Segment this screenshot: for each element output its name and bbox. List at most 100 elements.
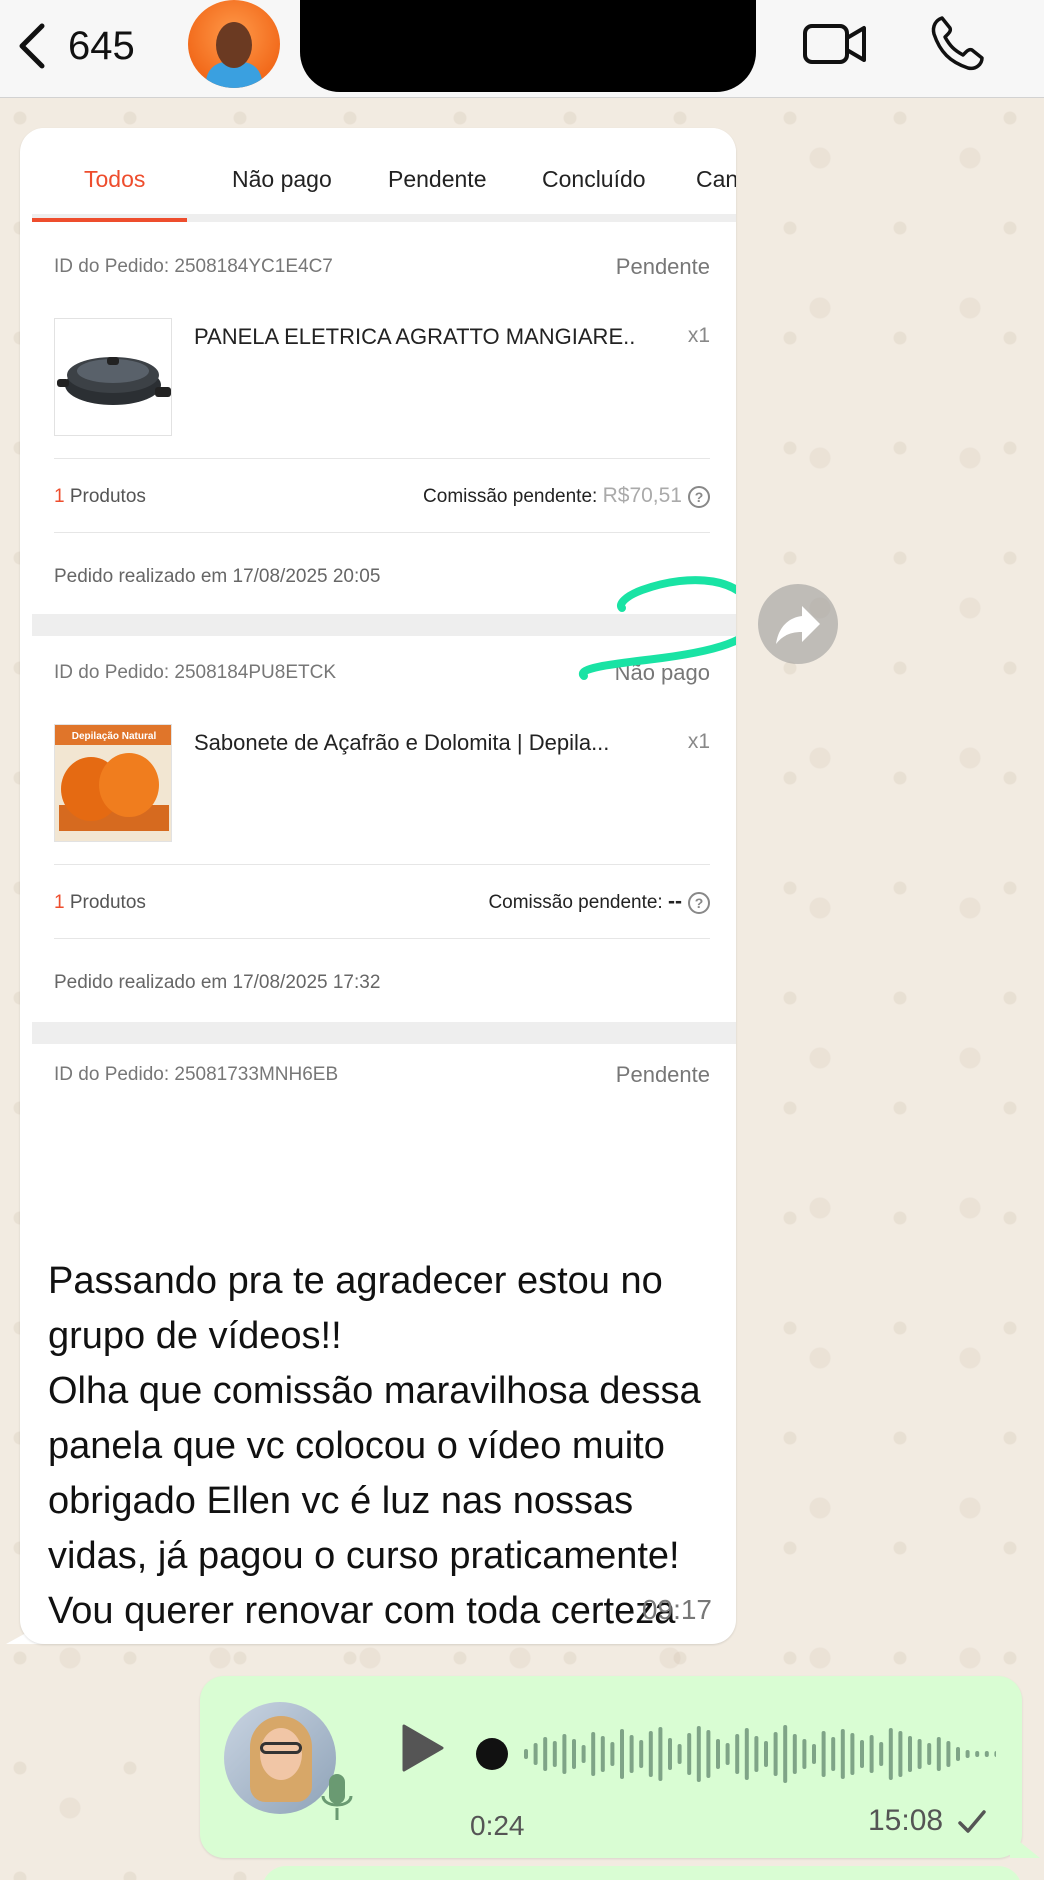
voice-duration: 0:24 (470, 1810, 525, 1841)
waveform-bar (706, 1730, 711, 1778)
help-icon: ? (688, 891, 710, 914)
divider (54, 938, 710, 939)
waveform-bar (840, 1729, 845, 1779)
waveform-bar (860, 1740, 864, 1768)
tab-pendente: Pendente (388, 166, 487, 192)
waveform-bar (677, 1744, 682, 1764)
waveform-bar (610, 1742, 615, 1766)
waveform-bar (898, 1731, 903, 1777)
sent-check-icon (958, 1810, 986, 1833)
product-image-label: Depilação Natural (72, 731, 157, 742)
video-call-icon[interactable] (800, 16, 870, 72)
waveform-bar (524, 1749, 528, 1759)
active-tab-indicator (32, 218, 187, 222)
product-qty: x1 (687, 324, 710, 347)
waveform-bar (831, 1737, 836, 1771)
product-name: PANELA ELETRICA AGRATTO MANGIARE... (194, 324, 634, 349)
waveform-bar (725, 1743, 730, 1765)
order-id: ID do Pedido: 2508184PU8ETCK (54, 662, 337, 683)
waveform-bar (812, 1744, 816, 1764)
waveform-bar (668, 1738, 672, 1770)
waveform-bar (716, 1739, 720, 1769)
waveform-bar (927, 1743, 932, 1765)
help-icon: ? (688, 485, 710, 508)
waveform-bar (946, 1741, 951, 1767)
waveform-bar (879, 1742, 884, 1766)
tab-nao-pago: Não pago (232, 166, 332, 192)
waveform-bar (735, 1734, 740, 1774)
product-qty: x1 (687, 730, 710, 753)
waveform-bar (572, 1739, 576, 1769)
waveform-bar (792, 1734, 797, 1774)
waveform-bar (908, 1736, 912, 1772)
order-card: ID do Pedido: 25081733MNH6EB Pendente (32, 1044, 736, 1104)
waveform-bar (744, 1728, 749, 1780)
tab-todos: Todos (84, 166, 146, 192)
divider (54, 864, 710, 865)
tab-concluido: Concluído (542, 166, 646, 192)
seek-handle[interactable] (476, 1738, 508, 1770)
commission-value: -- (668, 890, 682, 913)
message-timestamp: 09:17 (641, 1594, 712, 1625)
waveform-bar (600, 1736, 605, 1772)
waveform-bar (648, 1731, 653, 1777)
waveform-bar (917, 1739, 922, 1769)
play-icon[interactable] (398, 1722, 446, 1774)
waveform-bar (591, 1732, 596, 1776)
waveform-bar (965, 1750, 970, 1758)
back-chevron-icon[interactable] (12, 18, 52, 74)
order-id: ID do Pedido: 2508184YC1E4C7 (54, 256, 333, 277)
forward-arrow-icon (776, 606, 820, 644)
order-id: ID do Pedido: 25081733MNH6EB (54, 1064, 339, 1085)
forward-button[interactable] (758, 584, 838, 664)
product-count: 1 Produtos (54, 486, 146, 507)
hand-drawn-circle-annotation (578, 576, 736, 680)
divider (54, 458, 710, 459)
audio-waveform[interactable] (496, 1716, 996, 1792)
waveform-bar (543, 1737, 548, 1771)
contact-avatar[interactable] (188, 0, 280, 88)
waveform-bar (658, 1727, 663, 1781)
waveform-bar (562, 1734, 567, 1774)
outgoing-voice-message[interactable]: 0:24 15:08 (200, 1676, 1022, 1858)
order-date: Pedido realizado em 17/08/2025 20:05 (54, 566, 381, 587)
message-caption: Passando pra te agradecer estou no grupo… (48, 1260, 701, 1632)
waveform-bar (773, 1732, 778, 1776)
redaction-block (300, 0, 756, 92)
shared-screenshot[interactable]: Todos Não pago Pendente Concluído Canc I… (32, 128, 736, 1104)
microphone-icon (321, 1774, 353, 1820)
waveform-bar (994, 1751, 996, 1757)
waveform-bar (850, 1733, 855, 1775)
waveform-bar (696, 1726, 701, 1782)
waveform-bar (639, 1740, 644, 1768)
next-outgoing-message (262, 1866, 1022, 1880)
commission-value: R$70,51 (602, 484, 682, 507)
waveform-bar (533, 1743, 538, 1765)
waveform-bar (552, 1741, 557, 1767)
message-timestamp: 15:08 (868, 1804, 944, 1837)
divider (54, 532, 710, 533)
waveform-bar (956, 1747, 960, 1761)
order-card: ID do Pedido: 2508184YC1E4C7 Pendente PA… (32, 230, 736, 610)
waveform-bar (620, 1729, 624, 1779)
waveform-bar (754, 1736, 759, 1772)
waveform-bar (581, 1745, 586, 1763)
waveform-bar (629, 1735, 634, 1773)
unread-count[interactable]: 645 (68, 18, 135, 74)
waveform-bar (783, 1725, 788, 1783)
waveform-bar (869, 1735, 874, 1773)
order-status: Pendente (615, 254, 710, 279)
chat-header: 645 + (0, 0, 1044, 98)
product-count: 1 Produtos (54, 892, 146, 913)
order-separator (32, 1022, 736, 1044)
commission-pending: Comissão pendente: --? (488, 890, 710, 914)
product-image-soap: Depilação Natural (54, 724, 172, 842)
order-tabs: Todos Não pago Pendente Concluído Canc (32, 128, 736, 222)
waveform-bar (984, 1751, 989, 1757)
order-card: ID do Pedido: 2508184PU8ETCK Não pago De… (32, 636, 736, 1012)
order-status: Pendente (615, 1062, 710, 1087)
voice-call-icon[interactable] (928, 12, 988, 72)
order-date: Pedido realizado em 17/08/2025 17:32 (54, 972, 381, 993)
waveform-bar (936, 1737, 941, 1771)
incoming-message[interactable]: Todos Não pago Pendente Concluído Canc I… (20, 128, 736, 1644)
